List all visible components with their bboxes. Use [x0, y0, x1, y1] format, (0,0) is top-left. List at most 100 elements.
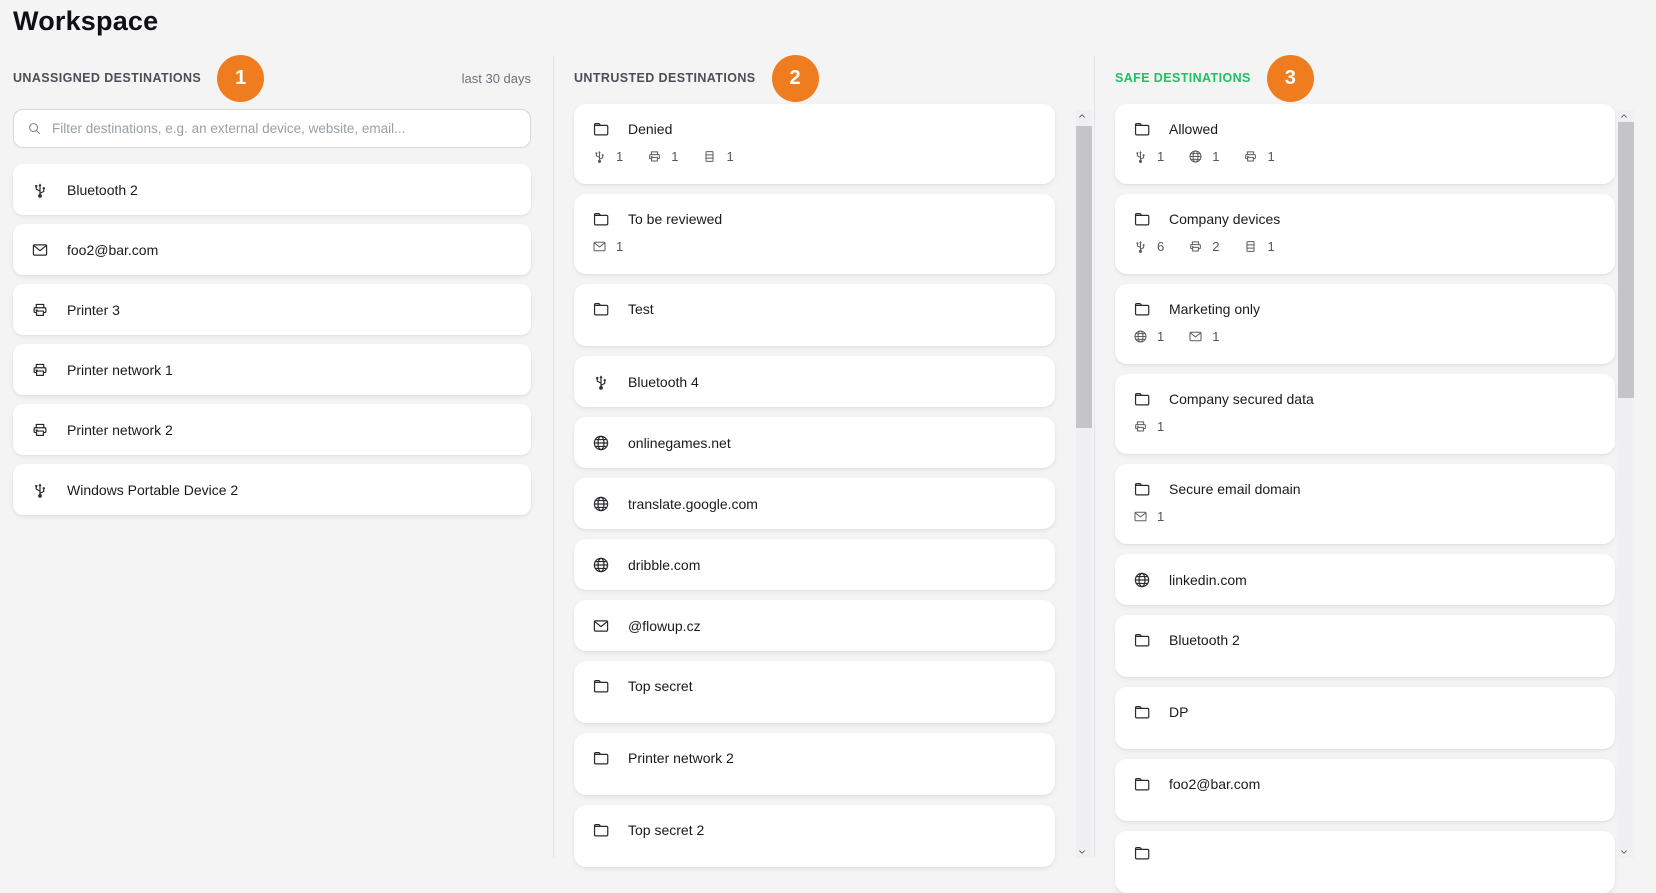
card-label: dribble.com	[628, 557, 700, 573]
group-card[interactable]: Company secured data1	[1115, 374, 1615, 454]
group-card[interactable]: To be reviewed 1	[574, 194, 1055, 274]
destination-card[interactable]: Printer network 2	[13, 404, 531, 455]
usb-icon	[31, 181, 49, 199]
count-item: 1	[1133, 149, 1164, 164]
filter-destinations-input[interactable]	[52, 110, 530, 147]
usb-icon	[592, 149, 607, 164]
count-item: 1	[1188, 329, 1219, 344]
card-title-row	[1133, 844, 1599, 862]
group-card[interactable]: Test	[574, 284, 1055, 346]
untrusted-column-scrollbar[interactable]	[1076, 110, 1092, 858]
chevron-up-icon[interactable]	[1618, 110, 1630, 122]
card-label: Windows Portable Device 2	[67, 482, 238, 498]
group-card[interactable]: Printer network 2	[574, 733, 1055, 795]
group-card[interactable]	[1115, 831, 1615, 893]
scrollbar-thumb[interactable]	[1618, 122, 1634, 398]
count-value: 1	[726, 149, 733, 164]
card-title-row: Printer network 1	[31, 361, 173, 379]
count-item: 1	[1133, 509, 1164, 524]
card-title-row: Company devices	[1133, 210, 1599, 228]
card-title-row: foo2@bar.com	[1133, 775, 1599, 793]
destination-card[interactable]: linkedin.com	[1115, 554, 1615, 605]
destination-counts: 1	[1133, 509, 1599, 524]
printer-icon	[31, 361, 49, 379]
scrollbar-thumb[interactable]	[1076, 126, 1092, 428]
list-icon	[1243, 239, 1258, 254]
step-badge-2: 2	[772, 55, 819, 102]
card-title-row: DP	[1133, 703, 1599, 721]
group-card[interactable]: foo2@bar.com	[1115, 759, 1615, 821]
usb-icon	[31, 481, 49, 499]
destination-card[interactable]: onlinegames.net	[574, 417, 1055, 468]
card-label: Test	[628, 301, 654, 317]
folder-icon	[1133, 480, 1151, 498]
card-title-row: Marketing only	[1133, 300, 1599, 318]
chevron-up-icon[interactable]	[1076, 110, 1088, 122]
search-icon	[27, 121, 42, 136]
folder-icon	[592, 210, 610, 228]
page-title: Workspace	[13, 6, 158, 37]
card-title-row: Denied	[592, 120, 1039, 138]
count-value: 1	[616, 239, 623, 254]
folder-icon	[1133, 300, 1151, 318]
printer-icon	[1243, 149, 1258, 164]
card-label: Secure email domain	[1169, 481, 1301, 497]
count-item: 1	[1188, 149, 1219, 164]
group-card[interactable]: Allowed111	[1115, 104, 1615, 184]
group-card[interactable]: Denied 1 1 1	[574, 104, 1055, 184]
email-icon	[592, 617, 610, 635]
card-title-row: Top secret 2	[592, 821, 1039, 839]
card-label: Bluetooth 2	[1169, 632, 1240, 648]
folder-icon	[592, 300, 610, 318]
card-title-row: Windows Portable Device 2	[31, 481, 238, 499]
destination-card[interactable]: Printer 3	[13, 284, 531, 335]
destination-card[interactable]: Bluetooth 2	[13, 164, 531, 215]
filter-destinations-field	[13, 109, 531, 148]
count-item: 1	[592, 149, 623, 164]
destination-card[interactable]: Printer network 1	[13, 344, 531, 395]
safe-destinations-header: SAFE DESTINATIONS	[1115, 71, 1251, 85]
count-value: 1	[1157, 149, 1164, 164]
list-icon	[702, 149, 717, 164]
card-label: Printer 3	[67, 302, 120, 318]
column-header-row: UNASSIGNED DESTINATIONS 1 last 30 days	[13, 52, 531, 104]
group-card[interactable]: Secure email domain 1	[1115, 464, 1615, 544]
group-card[interactable]: Marketing only 1 1	[1115, 284, 1615, 364]
globe-icon	[1133, 571, 1151, 589]
folder-icon	[1133, 631, 1151, 649]
column-header-row: SAFE DESTINATIONS 3	[1115, 52, 1615, 104]
chevron-down-icon[interactable]	[1076, 846, 1088, 858]
safe-column-scrollbar[interactable]	[1618, 110, 1634, 858]
destination-card[interactable]: @flowup.cz	[574, 600, 1055, 651]
destination-card[interactable]: Windows Portable Device 2	[13, 464, 531, 515]
group-card[interactable]: Top secret	[574, 661, 1055, 723]
printer-icon	[1133, 419, 1148, 434]
destination-card[interactable]: translate.google.com	[574, 478, 1055, 529]
group-card[interactable]: DP	[1115, 687, 1615, 749]
column-unassigned-destinations: UNASSIGNED DESTINATIONS 1 last 30 days B…	[13, 52, 531, 515]
destination-card[interactable]: dribble.com	[574, 539, 1055, 590]
card-label: Printer network 2	[628, 750, 734, 766]
globe-icon	[1188, 149, 1203, 164]
destination-card[interactable]: foo2@bar.com	[13, 224, 531, 275]
column-divider	[553, 56, 554, 858]
card-title-row: To be reviewed	[592, 210, 1039, 228]
card-label: Printer network 1	[67, 362, 173, 378]
folder-icon	[592, 821, 610, 839]
card-title-row: onlinegames.net	[592, 434, 731, 452]
card-label: To be reviewed	[628, 211, 722, 227]
group-card[interactable]: Company devices621	[1115, 194, 1615, 274]
chevron-down-icon[interactable]	[1618, 846, 1630, 858]
destination-card[interactable]: Bluetooth 4	[574, 356, 1055, 407]
card-title-row: linkedin.com	[1133, 571, 1247, 589]
group-card[interactable]: Bluetooth 2	[1115, 615, 1615, 677]
column-untrusted-destinations: UNTRUSTED DESTINATIONS 2 Denied111To be …	[574, 52, 1055, 867]
card-title-row: Bluetooth 2	[31, 181, 138, 199]
card-label: translate.google.com	[628, 496, 758, 512]
folder-icon	[1133, 210, 1151, 228]
card-title-row: foo2@bar.com	[31, 241, 158, 259]
email-icon	[1133, 509, 1148, 524]
count-item: 1	[647, 149, 678, 164]
count-value: 1	[1157, 329, 1164, 344]
card-title-row: Printer network 2	[31, 421, 173, 439]
